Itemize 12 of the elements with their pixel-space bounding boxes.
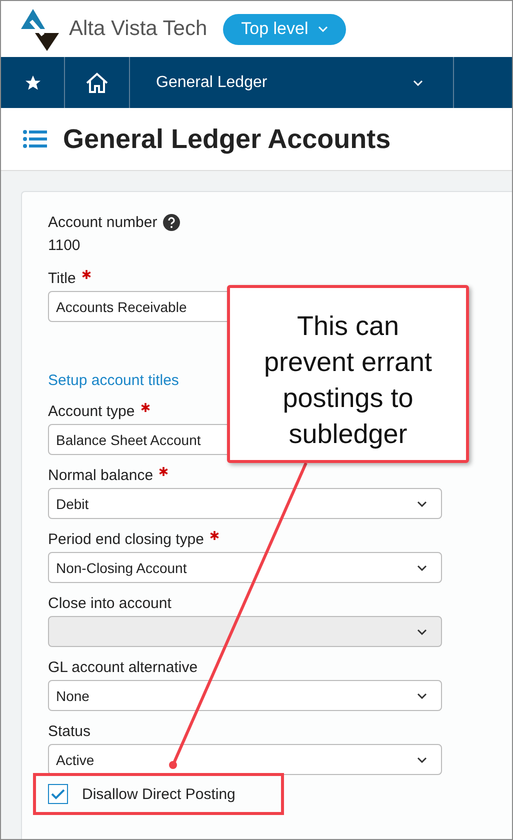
brand-name: Alta Vista Tech — [69, 17, 208, 41]
field-label: Account type — [48, 403, 150, 420]
field-label: Close into account — [48, 595, 172, 612]
field-label: Account number — [48, 214, 158, 231]
field-label: Status — [48, 723, 91, 740]
field-label: Title — [48, 270, 91, 287]
field-label: Period end closing type — [48, 531, 219, 548]
field-label: Normal balance — [48, 467, 168, 484]
account-number: 1100 — [48, 237, 82, 254]
field-label: GL account alternative — [48, 659, 198, 676]
callout-text: This can prevent errant postings to subledger — [262, 310, 434, 451]
page-title: General Ledger Accounts — [63, 124, 391, 154]
